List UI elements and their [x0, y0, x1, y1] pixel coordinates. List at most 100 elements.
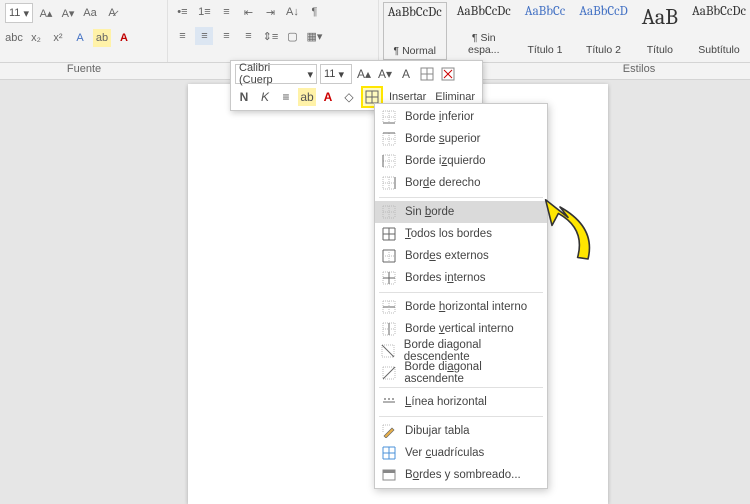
menu-item-label: Bordes externos: [405, 250, 489, 262]
menu-item-border-bottom[interactable]: Borde inferior: [375, 106, 547, 128]
menu-item-draw[interactable]: Dibujar tabla: [375, 420, 547, 442]
group-label-font: Fuente: [0, 63, 168, 79]
line-spacing-icon[interactable]: ⇕≡: [261, 27, 279, 45]
mini-shrink-font-icon[interactable]: A▾: [376, 65, 394, 83]
menu-separator: [379, 197, 543, 198]
mini-shading-icon[interactable]: ◇: [340, 88, 358, 106]
style-item-0[interactable]: AaBbCcDc ¶ Normal: [383, 2, 447, 60]
border-bottom-icon: [381, 109, 397, 125]
menu-item-hline[interactable]: Línea horizontal: [375, 391, 547, 413]
menu-item-border-out[interactable]: Bordes externos: [375, 245, 547, 267]
mini-font-box[interactable]: Calibri (Cuerp ▾: [235, 64, 317, 84]
menu-item-border-none[interactable]: Sin borde: [375, 201, 547, 223]
align-left-icon[interactable]: ≡: [173, 27, 191, 45]
style-item-2[interactable]: AaBbCcTítulo 1: [521, 2, 569, 58]
style-preview: AaBbCcDc: [388, 5, 442, 20]
menu-item-label: Todos los bordes: [405, 228, 492, 240]
mini-grow-font-icon[interactable]: A▴: [355, 65, 373, 83]
style-label: Título 1: [525, 44, 565, 56]
change-case-icon[interactable]: Aa: [81, 4, 99, 22]
style-preview: AaB: [642, 4, 678, 30]
menu-item-border-h[interactable]: Borde horizontal interno: [375, 296, 547, 318]
menu-item-label: Ver cuadrículas: [405, 447, 484, 459]
borders-icon[interactable]: ▦▾: [305, 27, 323, 45]
ribbon: 11 ▾ A▴ A▾ Aa A̷ abc x₂ x² A ab A •≡ 1≡ …: [0, 0, 750, 63]
menu-item-border-right[interactable]: Borde derecho: [375, 172, 547, 194]
show-marks-icon[interactable]: ¶: [305, 3, 323, 21]
mini-fontcolor-icon[interactable]: A: [319, 88, 337, 106]
numbering-icon[interactable]: 1≡: [195, 3, 213, 21]
mini-size-box[interactable]: 11 ▾: [320, 64, 352, 84]
style-preview: AaBbCcD: [579, 4, 628, 19]
clear-format-icon[interactable]: A̷: [103, 4, 121, 22]
borders-dropdown: Borde inferior Borde superior Borde izquie…: [374, 103, 548, 489]
menu-item-border-left[interactable]: Borde izquierdo: [375, 150, 547, 172]
superscript-icon[interactable]: x²: [49, 29, 67, 47]
highlight-color-icon[interactable]: ab: [93, 29, 111, 47]
bullets-icon[interactable]: •≡: [173, 3, 191, 21]
menu-item-diag-down[interactable]: Borde diagonal descendente: [375, 340, 547, 362]
style-label: ¶ Normal: [388, 45, 442, 57]
menu-item-label: Línea horizontal: [405, 396, 487, 408]
menu-item-border-v[interactable]: Borde vertical interno: [375, 318, 547, 340]
shading-icon[interactable]: ▢: [283, 27, 301, 45]
menu-item-label: Bordes internos: [405, 272, 486, 284]
menu-item-label: Bordes y sombreado...: [405, 469, 521, 481]
border-h-icon: [381, 299, 397, 315]
mini-italic-icon[interactable]: K: [256, 88, 274, 106]
mini-bold-icon[interactable]: N: [235, 88, 253, 106]
menu-item-diag-up[interactable]: Borde diagonal ascendente: [375, 362, 547, 384]
menu-item-dialog[interactable]: Bordes y sombreado...: [375, 464, 547, 486]
menu-separator: [379, 292, 543, 293]
menu-item-grid[interactable]: Ver cuadrículas: [375, 442, 547, 464]
menu-item-label: Borde izquierdo: [405, 155, 486, 167]
mini-delete-label[interactable]: Eliminar: [432, 91, 478, 103]
text-effects-icon[interactable]: A: [71, 29, 89, 47]
align-center-icon[interactable]: ≡: [195, 27, 213, 45]
menu-item-label: Dibujar tabla: [405, 425, 470, 437]
strike-icon[interactable]: abc: [5, 29, 23, 47]
style-item-3[interactable]: AaBbCcDTítulo 2: [575, 2, 632, 58]
border-all-icon: [381, 226, 397, 242]
shrink-font-icon[interactable]: A▾: [59, 4, 77, 22]
style-label: ¶ Sin espa...: [457, 32, 511, 56]
border-out-icon: [381, 248, 397, 264]
subscript-icon[interactable]: x₂: [27, 29, 45, 47]
mini-table-insert-icon[interactable]: [418, 65, 436, 83]
menu-item-border-in[interactable]: Bordes internos: [375, 267, 547, 289]
style-item-4[interactable]: AaB Título: [638, 2, 682, 58]
font-size-box[interactable]: 11 ▾: [5, 3, 33, 23]
align-right-icon[interactable]: ≡: [217, 27, 235, 45]
mini-table-delete-icon[interactable]: [439, 65, 457, 83]
menu-item-border-all[interactable]: Todos los bordes: [375, 223, 547, 245]
style-label: Título: [642, 44, 678, 56]
border-none-icon: [381, 204, 397, 220]
mini-align-icon[interactable]: ≡: [277, 88, 295, 106]
style-item-5[interactable]: AaBbCcDcSubtítulo: [688, 2, 750, 58]
style-preview: AaBbCcDc: [692, 4, 746, 19]
border-right-icon: [381, 175, 397, 191]
border-in-icon: [381, 270, 397, 286]
menu-separator: [379, 416, 543, 417]
hline-icon: [381, 394, 397, 410]
justify-icon[interactable]: ≡: [239, 27, 257, 45]
sort-icon[interactable]: A↓: [283, 3, 301, 21]
diag-up-icon: [381, 365, 396, 381]
menu-item-label: Borde inferior: [405, 111, 474, 123]
mini-highlight-icon[interactable]: ab: [298, 88, 316, 106]
menu-item-border-top[interactable]: Borde superior: [375, 128, 547, 150]
style-item-1[interactable]: AaBbCcDc¶ Sin espa...: [453, 2, 515, 58]
diag-down-icon: [381, 343, 396, 359]
styles-group: AaBbCcDc¶ NormalAaBbCcDc¶ Sin espa...AaB…: [379, 0, 750, 62]
indent-right-icon[interactable]: ⇥: [261, 3, 279, 21]
indent-left-icon[interactable]: ⇤: [239, 3, 257, 21]
grid-icon: [381, 445, 397, 461]
border-left-icon: [381, 153, 397, 169]
font-group: 11 ▾ A▴ A▾ Aa A̷ abc x₂ x² A ab A: [0, 0, 168, 62]
mini-styles-icon[interactable]: A: [397, 65, 415, 83]
grow-font-icon[interactable]: A▴: [37, 4, 55, 22]
font-color-icon[interactable]: A: [115, 29, 133, 47]
border-top-icon: [381, 131, 397, 147]
mini-insert-label[interactable]: Insertar: [386, 91, 429, 103]
multilevel-icon[interactable]: ≡: [217, 3, 235, 21]
